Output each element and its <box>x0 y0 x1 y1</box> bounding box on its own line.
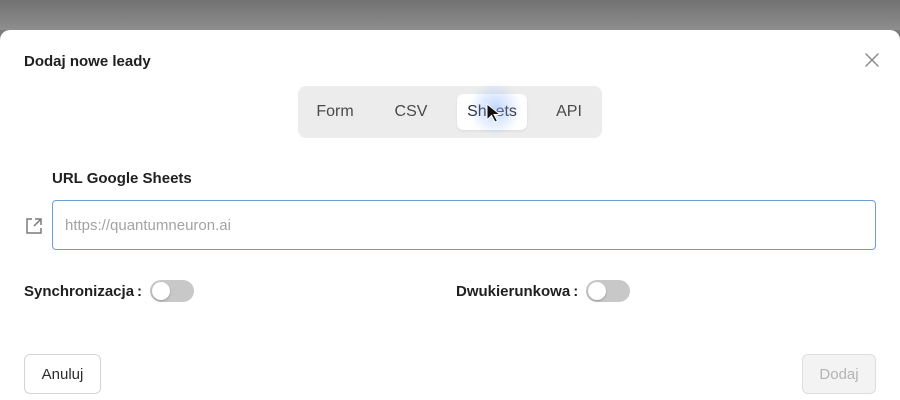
source-tabs: Form CSV Sheets API <box>298 86 602 138</box>
add-button[interactable]: Dodaj <box>802 354 876 394</box>
sync-toggle[interactable] <box>150 280 195 302</box>
bidirectional-toggle-knob <box>588 282 607 300</box>
close-button[interactable] <box>862 50 882 70</box>
sync-label-colon: : <box>137 282 143 300</box>
bidirectional-label: Dwukierunkowa <box>456 282 571 300</box>
close-icon <box>865 53 879 67</box>
external-link-button[interactable] <box>24 216 44 236</box>
tab-csv[interactable]: CSV <box>382 94 440 130</box>
page-backdrop <box>0 0 900 30</box>
tab-form[interactable]: Form <box>304 94 366 130</box>
tab-api[interactable]: API <box>538 94 600 130</box>
cancel-button[interactable]: Anuluj <box>24 354 101 394</box>
google-sheets-url-input[interactable] <box>52 200 876 250</box>
url-field-label: URL Google Sheets <box>52 170 192 187</box>
external-link-icon <box>26 218 42 234</box>
bidirectional-label-colon: : <box>573 282 579 300</box>
sync-toggle-knob <box>152 282 171 300</box>
bidirectional-toggle-row: Dwukierunkowa : <box>456 280 631 302</box>
tab-sheets[interactable]: Sheets <box>457 94 527 130</box>
sync-label: Synchronizacja <box>24 282 135 300</box>
add-leads-dialog: Dodaj nowe leady Form CSV Sheets API URL… <box>0 30 900 400</box>
sync-toggle-row: Synchronizacja : <box>24 280 195 302</box>
dialog-title: Dodaj nowe leady <box>24 53 151 70</box>
bidirectional-toggle[interactable] <box>586 280 631 302</box>
